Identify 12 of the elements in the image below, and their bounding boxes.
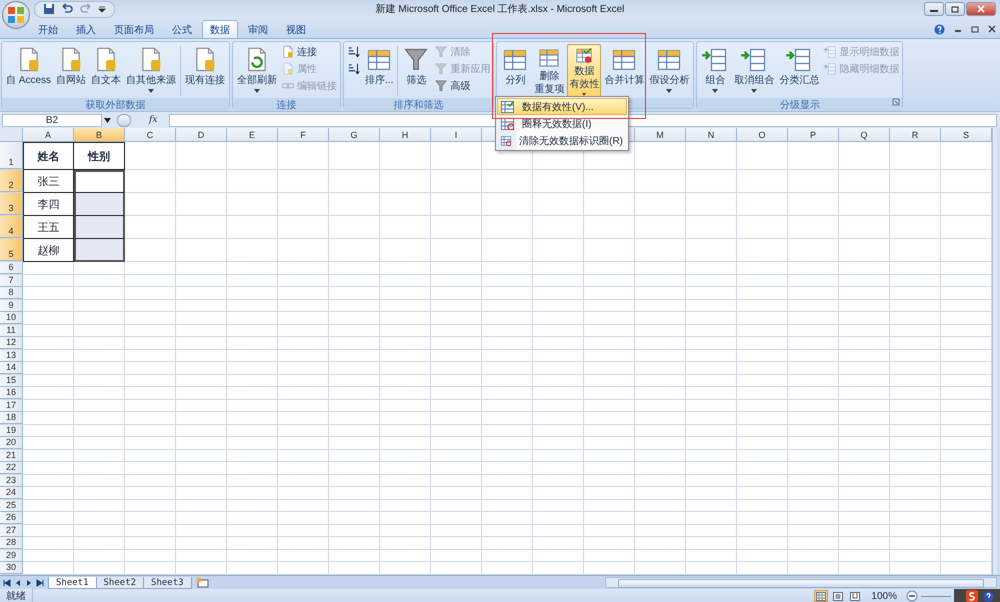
table-cell: 王五 xyxy=(23,216,74,239)
group-label: 分级显示 xyxy=(697,98,902,111)
window-title: 新建 Microsoft Office Excel 工作表.xlsx - Microsoft Excel xyxy=(376,2,624,16)
table-cell: 张三 xyxy=(23,170,74,193)
table-cell: 李四 xyxy=(23,193,74,216)
table-cell: 赵柳 xyxy=(23,239,74,262)
table-cell: 性别 xyxy=(74,142,125,170)
status-text: 就绪 xyxy=(0,589,33,602)
group-label: 排序和筛选 xyxy=(344,98,494,111)
group-label: 连接 xyxy=(233,98,340,111)
table-cell: 姓名 xyxy=(23,142,74,170)
group-label: 获取外部数据 xyxy=(2,98,230,111)
